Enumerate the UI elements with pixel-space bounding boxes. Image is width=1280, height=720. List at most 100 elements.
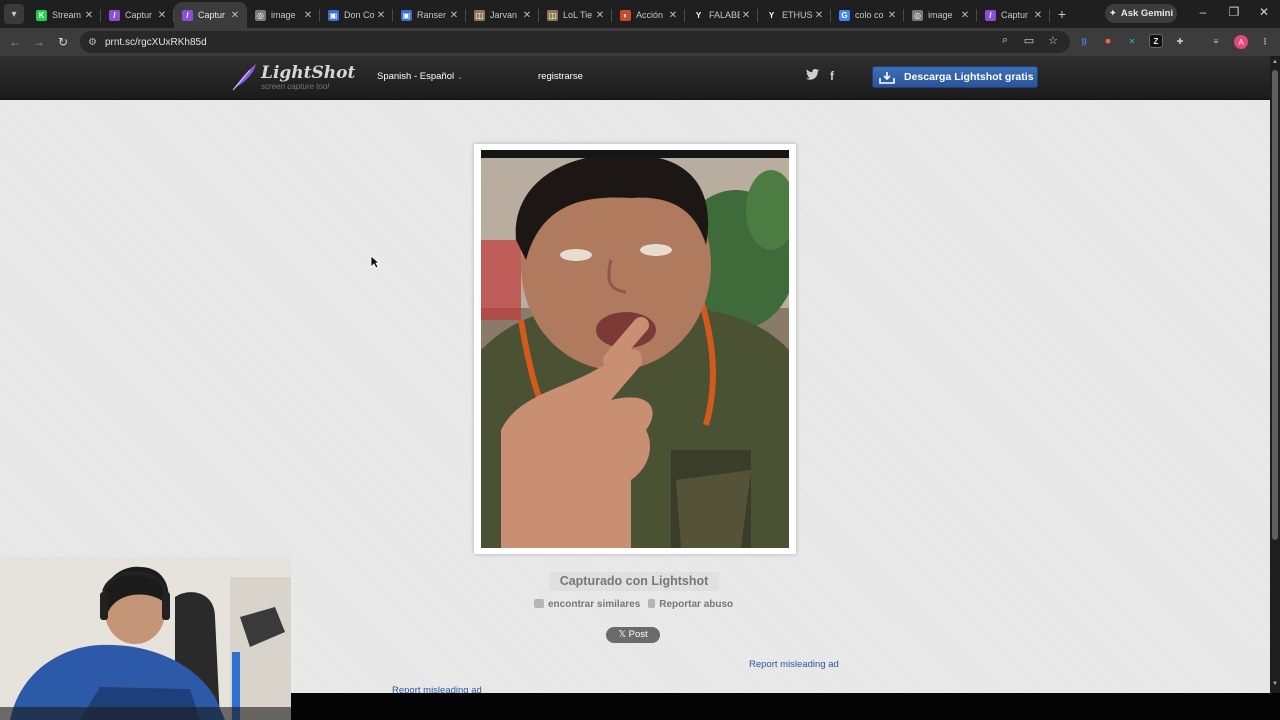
flag-icon	[648, 599, 656, 608]
browser-tab[interactable]: ◎ image ✕	[247, 2, 320, 28]
tab-favicon-icon: G	[839, 9, 850, 21]
report-abuse-link[interactable]: Reportar abuso	[648, 599, 733, 610]
browser-tab[interactable]: ◫ Jarvan ✕	[466, 2, 539, 28]
scroll-up-icon[interactable]: ▲	[1271, 59, 1279, 65]
report-misleading-ad-link-2[interactable]: Report misleading ad	[392, 685, 482, 693]
browser-tab[interactable]: K Stream ✕	[28, 2, 101, 28]
cast-icon[interactable]: ▭	[1022, 34, 1036, 47]
back-icon[interactable]: ←	[7, 34, 23, 50]
tab-favicon-icon: ◐	[620, 9, 631, 21]
browser-tab[interactable]: ◫ LoL Tie ✕	[539, 2, 612, 28]
tab-close-icon[interactable]: ✕	[959, 10, 971, 21]
reload-icon[interactable]: ↻	[55, 34, 71, 50]
tab-list: K Stream ✕ / Captur ✕ / Captur ✕ ◎ image ✕ ▣ Don Co ✕ ▣…	[28, 0, 1050, 28]
profile-avatar[interactable]: A	[1234, 35, 1248, 49]
tab-separator	[1049, 9, 1050, 22]
register-link[interactable]: registrarse	[538, 71, 583, 82]
reading-list-icon[interactable]: ≡	[1209, 34, 1223, 48]
tab-title: ETHUSI	[782, 10, 813, 20]
find-similar-link[interactable]: encontrar similares	[534, 599, 640, 610]
tab-close-icon[interactable]: ✕	[375, 10, 387, 21]
scroll-thumb[interactable]	[1272, 70, 1278, 540]
extension-icon-2[interactable]: ✹	[1101, 34, 1115, 48]
address-bar[interactable]: ⚙ prnt.sc/rgcXUxRKh85d ⌕ ▭ ☆	[80, 31, 1070, 53]
tab-favicon-icon: K	[36, 9, 47, 21]
tab-favicon-icon: /	[985, 9, 996, 21]
ask-gemini-button[interactable]: ✦ Ask Gemini	[1105, 4, 1177, 23]
site-info-icon[interactable]: ⚙	[88, 37, 97, 48]
captured-with-lightshot-label: Capturado con Lightshot	[549, 572, 719, 591]
tab-search-button[interactable]: ▾	[4, 4, 24, 24]
extensions-puzzle-icon[interactable]: ✚	[1173, 34, 1187, 48]
browser-tab[interactable]: / Captur ✕	[977, 2, 1050, 28]
browser-tab[interactable]: ◐ Acción ✕	[612, 2, 685, 28]
screenshot-frame	[474, 144, 796, 554]
chevron-down-icon: ⌄	[457, 74, 463, 81]
tab-title: LoL Tie	[563, 10, 593, 20]
download-icon	[879, 71, 895, 84]
tab-close-icon[interactable]: ✕	[594, 10, 606, 21]
screenshot-image[interactable]	[481, 150, 789, 548]
tab-close-icon[interactable]: ✕	[229, 10, 241, 21]
extension-icon-4[interactable]: Z	[1149, 34, 1163, 48]
image-actions: encontrar similares Reportar abuso	[534, 599, 733, 610]
site-header: LightShot screen capture tool Spanish - …	[0, 56, 1270, 100]
tab-title: colo co	[855, 10, 884, 20]
tab-close-icon[interactable]: ✕	[1032, 10, 1044, 21]
logo-tagline: screen capture tool	[261, 81, 330, 91]
tab-favicon-icon: /	[182, 9, 193, 21]
twitter-icon[interactable]	[806, 69, 819, 83]
restore-icon[interactable]: ❐	[1224, 5, 1244, 19]
tab-close-icon[interactable]: ✕	[521, 10, 533, 21]
browser-tab[interactable]: Gcolo co ✕	[831, 2, 904, 28]
tab-close-icon[interactable]: ✕	[83, 10, 95, 21]
tab-title: Jarvan	[490, 10, 518, 20]
extension-icon-1[interactable]: ))	[1077, 34, 1091, 48]
tab-title: Ranser	[417, 10, 447, 20]
tab-favicon-icon: Y	[693, 9, 704, 21]
tab-strip: ▾ K Stream ✕ / Captur ✕ / Captur ✕ ◎ image ✕ ▣ Don Co…	[0, 0, 1280, 28]
close-window-icon[interactable]: ✕	[1254, 5, 1274, 19]
feather-icon	[232, 64, 256, 91]
lightshot-logo[interactable]: LightShot screen capture tool	[230, 62, 355, 92]
tab-title: Acción	[636, 10, 664, 20]
logo-name: LightShot	[261, 62, 356, 83]
extension-icon-3[interactable]: ✕	[1125, 34, 1139, 48]
browser-tab[interactable]: / Captur ✕	[174, 2, 247, 28]
x-post-button[interactable]: 𝕏 Post	[606, 627, 660, 643]
webcam-overlay	[0, 557, 291, 720]
menu-kebab-icon[interactable]: ⋮	[1258, 34, 1272, 48]
tab-close-icon[interactable]: ✕	[813, 10, 825, 21]
page-scrollbar[interactable]: ▲ ▼	[1270, 56, 1280, 693]
download-lightshot-button[interactable]: Descarga Lightshot gratis	[872, 66, 1038, 88]
browser-tab[interactable]: / Captur ✕	[101, 2, 174, 28]
report-misleading-ad-link-1[interactable]: Report misleading ad	[749, 659, 839, 670]
browser-tab[interactable]: ◎ image ✕	[904, 2, 977, 28]
browser-tab[interactable]: ▣ Don Co ✕	[320, 2, 393, 28]
scroll-down-icon[interactable]: ▼	[1271, 681, 1279, 687]
browser-tab[interactable]: Y ETHUSI ✕	[758, 2, 831, 28]
tab-close-icon[interactable]: ✕	[740, 10, 752, 21]
tab-close-icon[interactable]: ✕	[302, 10, 314, 21]
facebook-icon[interactable]: f	[830, 69, 834, 83]
streamer-webcam-image	[0, 557, 291, 720]
person-photo	[481, 150, 789, 548]
mouse-cursor-icon	[370, 255, 380, 269]
browser-tab[interactable]: ▣ Ranser ✕	[393, 2, 466, 28]
tab-close-icon[interactable]: ✕	[156, 10, 168, 21]
minimize-icon[interactable]: –	[1193, 5, 1213, 19]
zoom-icon[interactable]: ⌕	[998, 34, 1012, 47]
language-selector[interactable]: Spanish - Español ⌄	[377, 71, 463, 82]
url-text[interactable]: prnt.sc/rgcXUxRKh85d	[105, 37, 207, 48]
tab-title: image	[928, 10, 953, 20]
tab-close-icon[interactable]: ✕	[448, 10, 460, 21]
report-abuse-label: Reportar abuso	[659, 599, 734, 610]
tab-close-icon[interactable]: ✕	[886, 10, 898, 21]
bookmark-star-icon[interactable]: ☆	[1046, 34, 1060, 47]
tab-favicon-icon: ◫	[474, 9, 485, 21]
forward-icon[interactable]: →	[31, 34, 47, 50]
tab-close-icon[interactable]: ✕	[667, 10, 679, 21]
language-label: Spanish - Español	[377, 71, 455, 82]
new-tab-button[interactable]: +	[1050, 6, 1074, 22]
browser-tab[interactable]: Y FALABE ✕	[685, 2, 758, 28]
